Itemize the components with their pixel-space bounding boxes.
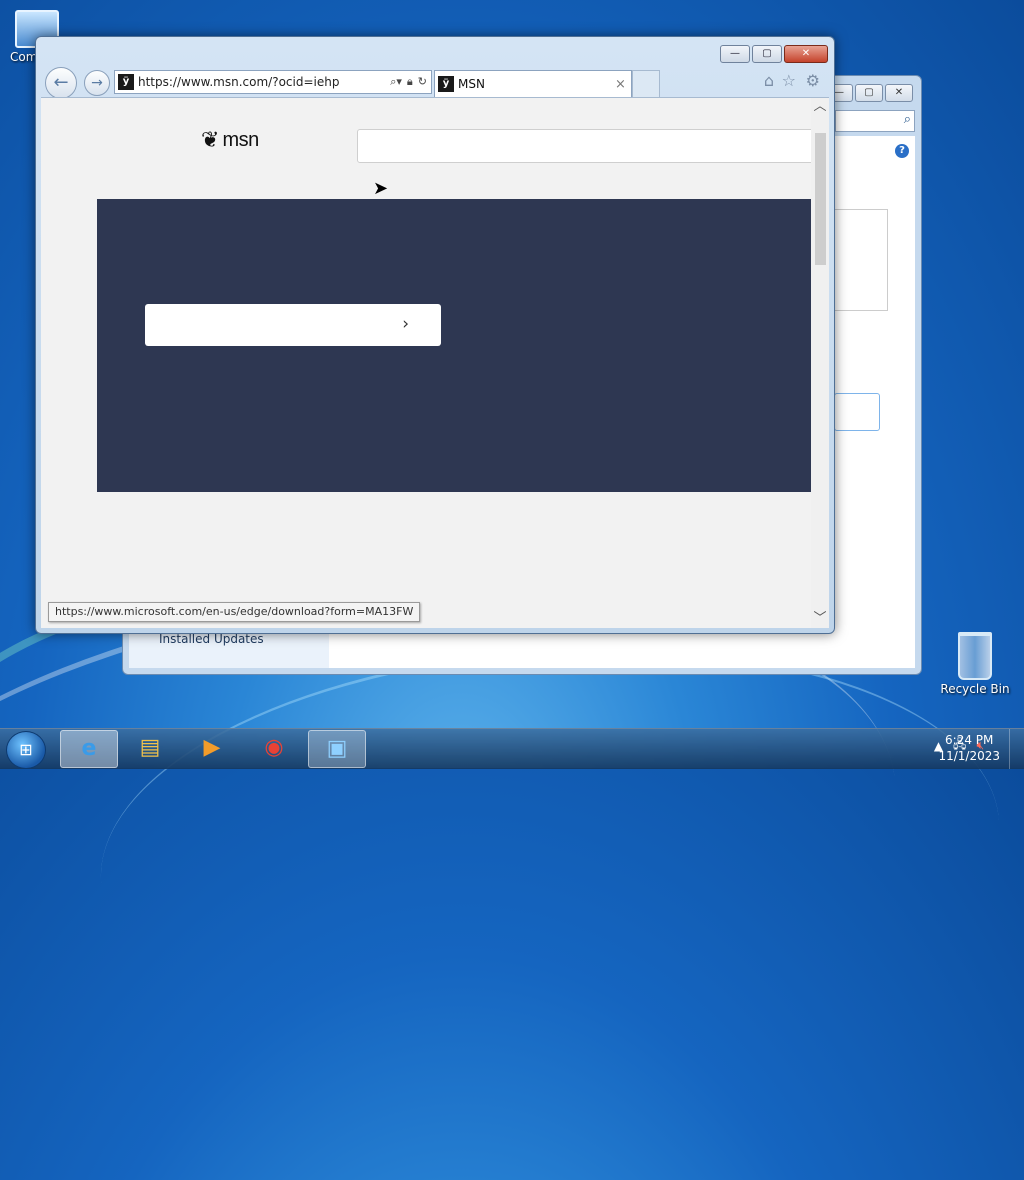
desktop-icon-label: Recycle Bin xyxy=(940,682,1010,696)
mouse-cursor-icon: ➤ xyxy=(373,178,389,199)
arrow-right-icon: → xyxy=(91,75,103,91)
chevron-right-icon: › xyxy=(402,314,409,334)
vertical-scrollbar[interactable]: ︿ ﹀ xyxy=(811,98,829,628)
clock[interactable]: 6:24 PM 11/1/2023 xyxy=(938,732,1000,764)
chevron-down-icon[interactable]: ﹀ xyxy=(811,610,829,628)
desktop-icon-recycle-bin[interactable]: Recycle Bin xyxy=(940,632,1010,696)
gear-icon[interactable]: ⚙ xyxy=(806,71,820,90)
close-button[interactable]: ✕ xyxy=(784,45,828,63)
new-tab-button[interactable] xyxy=(632,70,660,97)
taskbar-internet-explorer[interactable]: e xyxy=(60,730,118,768)
chrome-icon: ◉ xyxy=(264,735,284,760)
lock-icon[interactable]: 🔒︎ xyxy=(407,75,413,89)
page-viewport[interactable]: ❦ msn › ︿ ﹀ xyxy=(41,97,829,628)
content-button[interactable] xyxy=(834,393,880,431)
help-icon[interactable]: ? xyxy=(895,144,909,158)
window-controls: — ▢ ✕ xyxy=(720,45,828,63)
clock-date: 11/1/2023 xyxy=(938,749,1000,763)
taskbar-chrome[interactable]: ◉ xyxy=(246,730,302,766)
media-player-icon: ▶ xyxy=(203,735,221,760)
taskbar-control-panel[interactable]: ▣ xyxy=(308,730,366,768)
msn-logo[interactable]: ❦ msn xyxy=(201,128,259,153)
windows-logo-icon: ⊞ xyxy=(19,740,33,759)
refresh-icon[interactable]: ↻ xyxy=(418,75,427,89)
home-icon[interactable]: ⌂ xyxy=(764,71,774,90)
file-explorer-icon: ▤ xyxy=(139,735,161,760)
installed-updates-link[interactable]: Installed Updates xyxy=(159,632,264,646)
chevron-up-icon[interactable]: ︿ xyxy=(811,98,829,116)
start-button[interactable]: ⊞ xyxy=(6,731,46,769)
search-input[interactable]: ⌕ xyxy=(835,110,915,132)
internet-explorer-window[interactable]: — ▢ ✕ ← → ÿ https://www.msn.com/?ocid=ie… xyxy=(35,36,835,634)
control-panel-icon: ▣ xyxy=(326,736,348,761)
msn-favicon-icon: ÿ xyxy=(438,76,454,92)
recycle-bin-icon xyxy=(958,632,992,680)
star-icon[interactable]: ☆ xyxy=(782,71,796,90)
content-panel xyxy=(834,209,888,311)
maximize-button[interactable]: ▢ xyxy=(855,84,883,102)
search-icon[interactable]: ⌕▾ xyxy=(390,75,402,89)
tab-msn[interactable]: ÿ MSN × xyxy=(434,70,632,97)
edge-promo-banner: › xyxy=(97,199,811,492)
msn-favicon-icon: ÿ xyxy=(118,74,134,90)
clock-time: 6:24 PM xyxy=(945,733,994,747)
taskbar-file-explorer[interactable]: ▤ xyxy=(122,730,178,766)
show-desktop-button[interactable] xyxy=(1009,729,1024,769)
msn-search-input[interactable] xyxy=(357,129,815,163)
close-tab-icon[interactable]: × xyxy=(615,77,631,92)
status-bar-url: https://www.microsoft.com/en-us/edge/dow… xyxy=(48,602,421,622)
taskbar-media-player[interactable]: ▶ xyxy=(184,730,240,766)
maximize-button[interactable]: ▢ xyxy=(752,45,782,63)
arrow-left-icon: ← xyxy=(53,72,69,93)
scroll-thumb[interactable] xyxy=(815,133,826,265)
search-icon: ⌕ xyxy=(903,112,911,127)
address-bar[interactable]: ÿ https://www.msn.com/?ocid=iehp ⌕▾ 🔒︎ ↻ xyxy=(114,70,432,94)
address-url[interactable]: https://www.msn.com/?ocid=iehp xyxy=(138,75,390,89)
minimize-button[interactable]: — xyxy=(720,45,750,63)
banner-cta-button[interactable]: › xyxy=(145,304,441,346)
back-button[interactable]: ← xyxy=(45,67,77,99)
msn-logo-text: msn xyxy=(222,129,259,151)
window-controls: — ▢ ✕ xyxy=(825,84,913,102)
butterfly-icon: ❦ xyxy=(201,128,220,153)
close-button[interactable]: ✕ xyxy=(885,84,913,102)
taskbar: ⊞ e ▤ ▶ ◉ ▣ ▲ 🖧︎ 🔇︎ 6:24 PM 11/1/2023 xyxy=(0,728,1024,769)
tab-title: MSN xyxy=(458,77,485,91)
forward-button[interactable]: → xyxy=(84,70,110,96)
internet-explorer-icon: e xyxy=(81,736,97,761)
